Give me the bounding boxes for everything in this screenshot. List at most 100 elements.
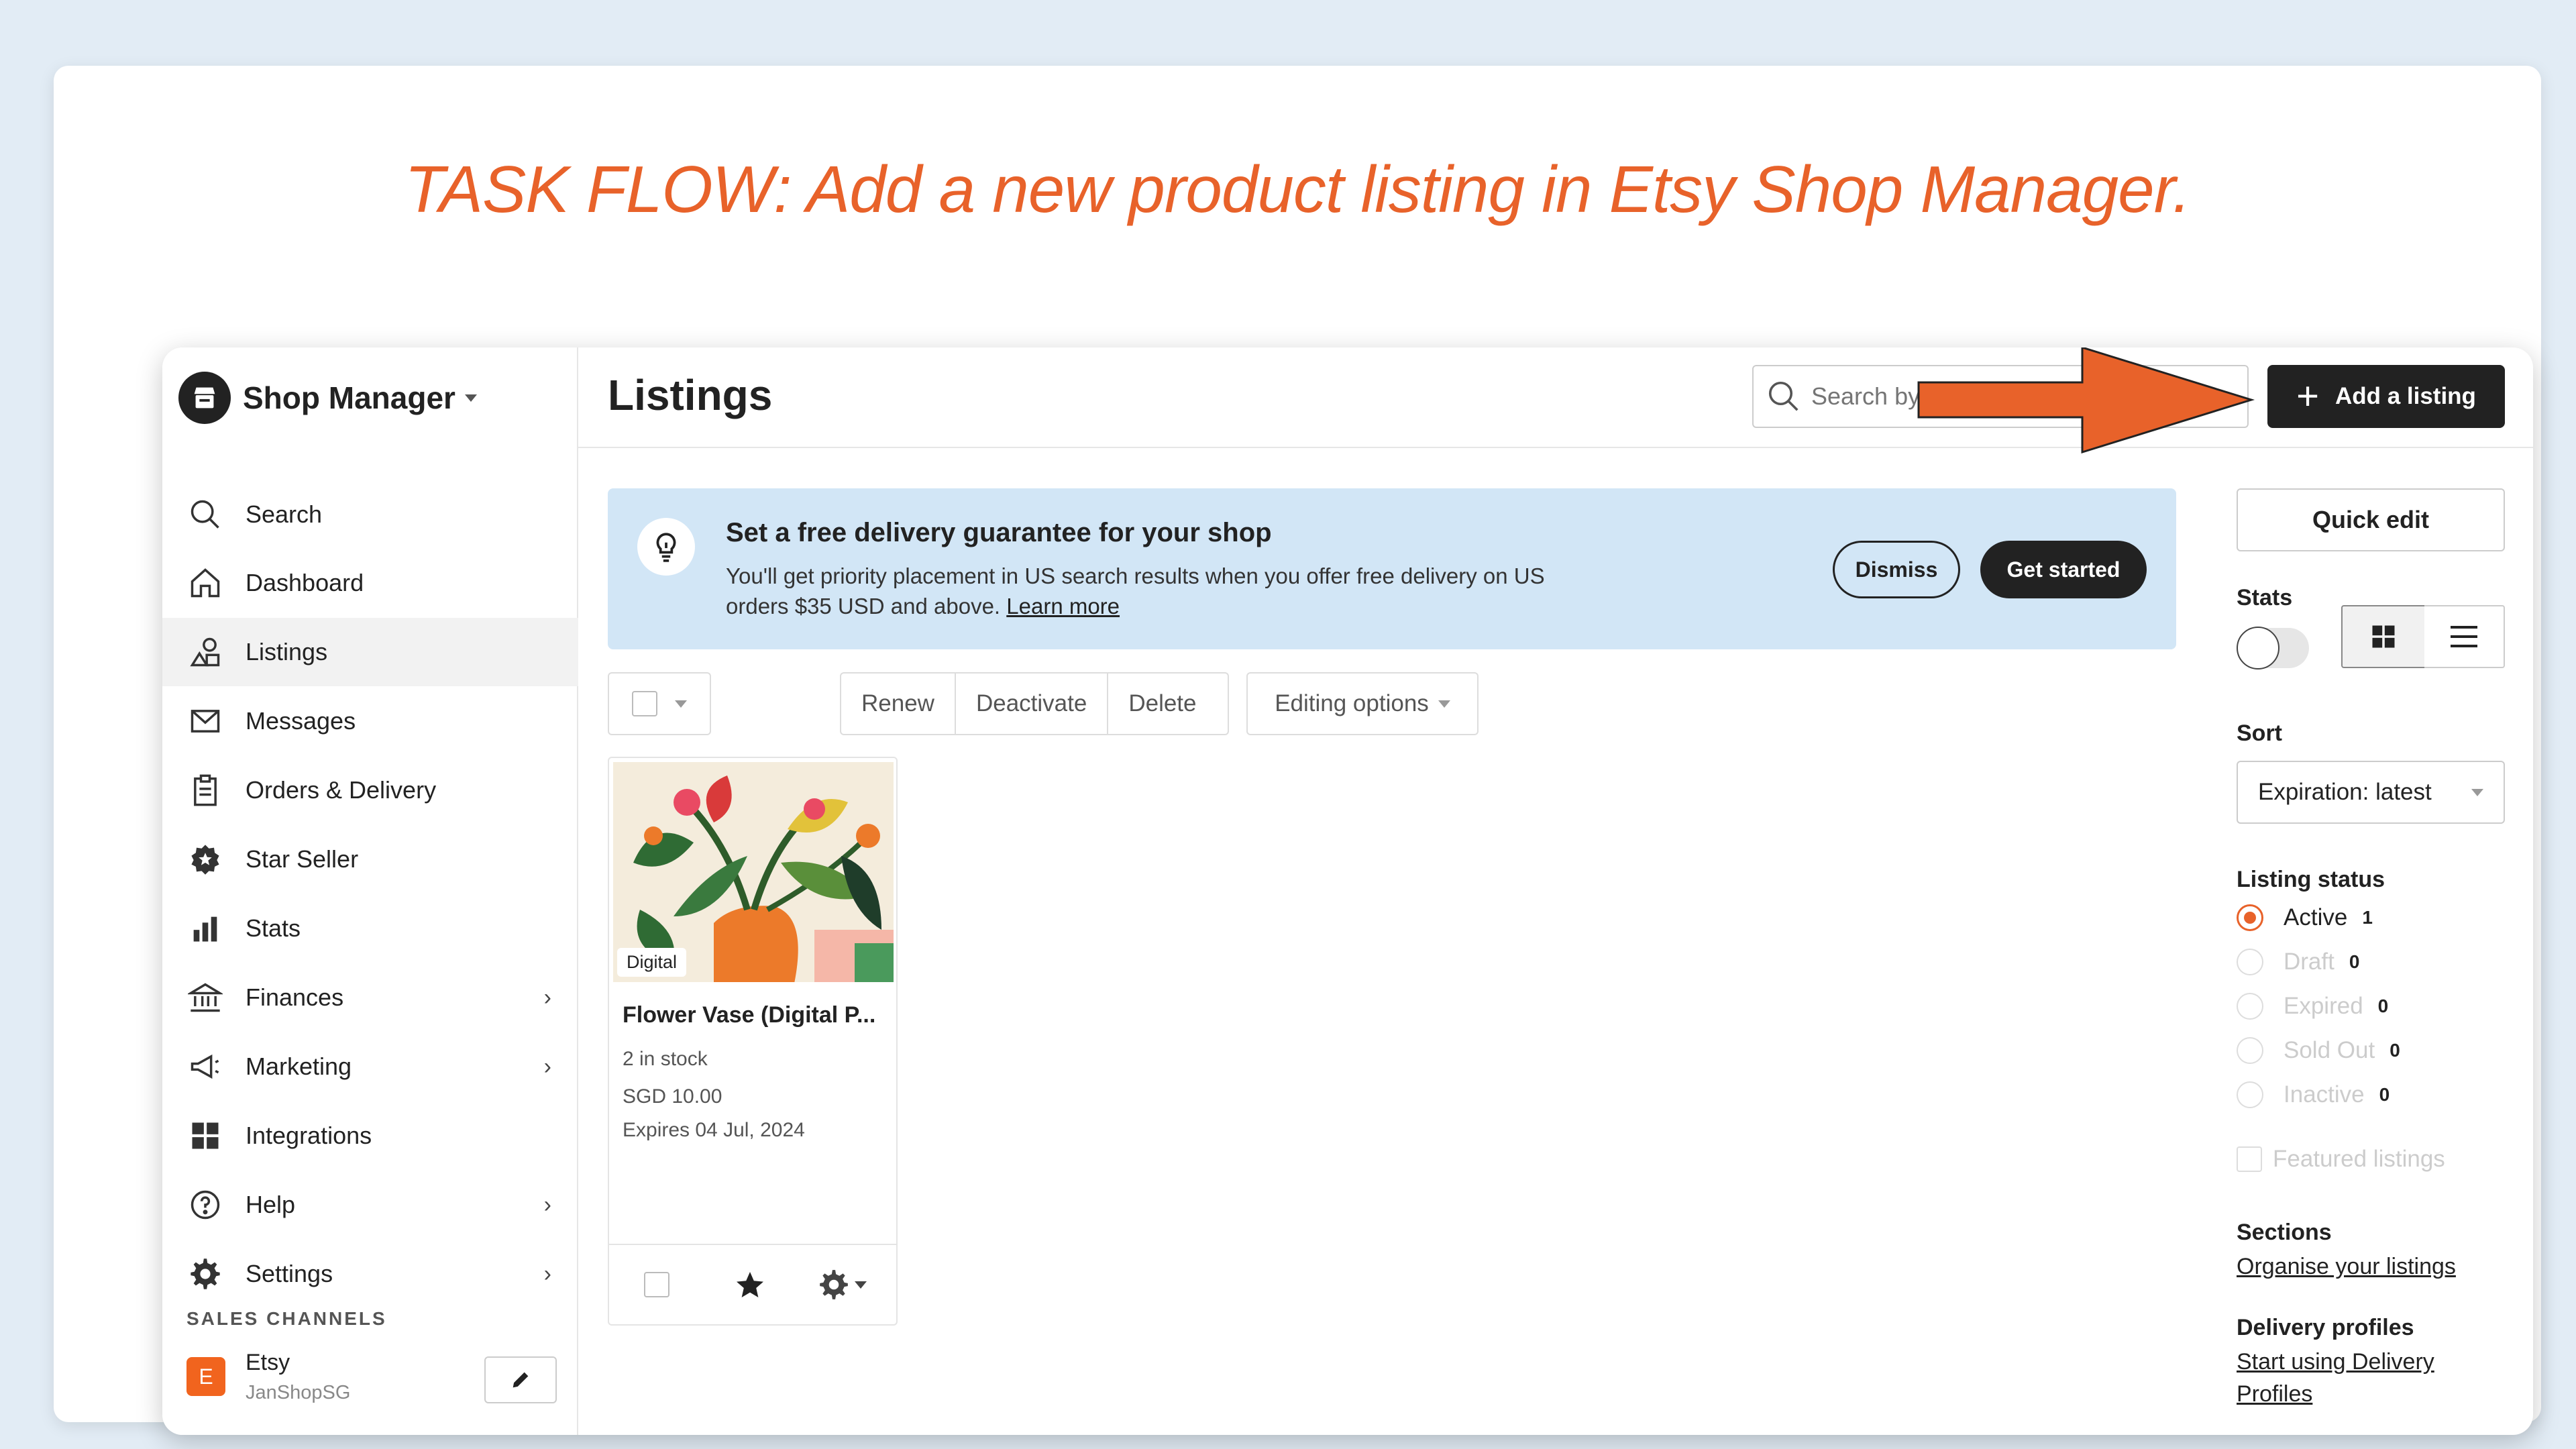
star-badge-icon: [186, 841, 224, 878]
sidebar-item-messages[interactable]: Messages: [162, 687, 578, 755]
banner-title: Set a free delivery guarantee for your s…: [726, 518, 1272, 547]
sidebar-item-dashboard[interactable]: Dashboard: [162, 549, 578, 617]
status-label: Draft: [2284, 949, 2334, 975]
learn-more-link[interactable]: Learn more: [1006, 594, 1120, 619]
sidebar-item-label: Marketing: [246, 1053, 352, 1080]
bar-chart-icon: [186, 910, 224, 947]
grid-icon: [2372, 625, 2395, 648]
quick-edit-button[interactable]: Quick edit: [2237, 488, 2505, 551]
grid-view-button[interactable]: [2341, 605, 2426, 668]
stats-toggle[interactable]: [2237, 627, 2309, 669]
sidebar-item-search[interactable]: Search: [162, 480, 578, 549]
organise-listings-link[interactable]: Organise your listings: [2237, 1250, 2456, 1283]
listing-settings-menu[interactable]: [817, 1268, 867, 1301]
radio-button[interactable]: [2237, 1081, 2263, 1108]
sidebar-item-marketing[interactable]: Marketing ›: [162, 1032, 578, 1101]
sidebar-item-orders[interactable]: Orders & Delivery: [162, 756, 578, 824]
home-icon: [186, 564, 224, 602]
shop-manager-menu[interactable]: Shop Manager: [178, 370, 477, 425]
deactivate-button[interactable]: Deactivate: [956, 674, 1109, 734]
banner-text: You'll get priority placement in US sear…: [726, 561, 1598, 621]
dismiss-button[interactable]: Dismiss: [1833, 541, 1960, 598]
listing-expiry: Expires 04 Jul, 2024: [623, 1119, 805, 1141]
digital-badge: Digital: [617, 948, 687, 977]
list-view-button[interactable]: [2424, 605, 2505, 668]
listing-checkbox[interactable]: [644, 1272, 669, 1297]
delete-button[interactable]: Delete: [1108, 674, 1216, 734]
shop-manager-title: Shop Manager: [243, 380, 455, 415]
etsy-channel-icon: E: [186, 1357, 225, 1396]
sidebar-item-label: Listings: [246, 638, 328, 665]
delivery-profiles-link[interactable]: Start using Delivery Profiles: [2237, 1346, 2478, 1410]
status-inactive[interactable]: Inactive 0: [2237, 1081, 2390, 1108]
featured-listings-filter[interactable]: Featured listings: [2237, 1146, 2445, 1173]
sidebar-item-finances[interactable]: Finances ›: [162, 963, 578, 1032]
task-title: TASK FLOW: Add a new product listing in …: [405, 152, 2191, 226]
listing-title[interactable]: Flower Vase (Digital P...: [623, 1002, 891, 1028]
listing-price: SGD 10.00: [623, 1085, 722, 1108]
status-label: Sold Out: [2284, 1037, 2375, 1063]
sidebar-item-label: Orders & Delivery: [246, 776, 437, 804]
gear-icon: [186, 1255, 224, 1293]
star-icon[interactable]: [734, 1269, 766, 1301]
pencil-icon: [513, 1372, 529, 1388]
search-icon: [186, 496, 224, 533]
slide-card: TASK FLOW: Add a new product listing in …: [54, 66, 2541, 1435]
sidebar-item-help[interactable]: Help ›: [162, 1171, 578, 1239]
chevron-right-icon: ›: [543, 1260, 551, 1287]
bulk-actions-group: Renew Deactivate Delete: [840, 672, 1229, 735]
caret-down-icon: [855, 1281, 867, 1289]
chevron-right-icon: ›: [543, 1053, 551, 1079]
megaphone-icon: [186, 1048, 224, 1085]
sidebar-item-label: Finances: [246, 983, 344, 1011]
listing-card[interactable]: Digital Flower Vase (Digital P... 2 in s…: [608, 757, 898, 1326]
renew-button[interactable]: Renew: [841, 674, 956, 734]
toggle-knob: [2237, 627, 2279, 669]
sidebar-item-label: Messages: [246, 707, 356, 735]
sidebar-item-star-seller[interactable]: Star Seller: [162, 825, 578, 894]
select-all-dropdown[interactable]: [608, 672, 711, 735]
chevron-right-icon: ›: [543, 1191, 551, 1218]
status-expired[interactable]: Expired 0: [2237, 993, 2388, 1020]
sort-value: Expiration: latest: [2258, 779, 2432, 805]
delivery-profiles-label: Delivery profiles: [2237, 1315, 2414, 1340]
radio-button[interactable]: [2237, 1037, 2263, 1064]
plus-icon: +: [2296, 374, 2319, 418]
listing-thumbnail[interactable]: Digital: [613, 762, 894, 982]
get-started-button[interactable]: Get started: [1980, 541, 2147, 598]
featured-checkbox[interactable]: [2237, 1146, 2262, 1172]
select-all-checkbox[interactable]: [632, 691, 657, 716]
channel-name[interactable]: Etsy: [246, 1350, 290, 1376]
listing-status-label: Listing status: [2237, 867, 2385, 892]
status-label: Active: [2284, 904, 2348, 930]
pointer-arrow-annotation: [1917, 347, 2255, 454]
sales-channels-heading: SALES CHANNELS: [186, 1308, 387, 1329]
page-title: Listings: [608, 371, 773, 419]
radio-button[interactable]: [2237, 949, 2263, 975]
status-active[interactable]: Active 1: [2237, 904, 2373, 931]
sort-label: Sort: [2237, 720, 2282, 746]
sidebar-item-integrations[interactable]: Integrations: [162, 1102, 578, 1170]
search-icon: [1768, 381, 1799, 411]
editing-options-label: Editing options: [1275, 690, 1429, 716]
sidebar-item-label: Dashboard: [246, 569, 364, 596]
status-count: 0: [2379, 1084, 2390, 1105]
featured-label: Featured listings: [2273, 1146, 2445, 1172]
shapes-icon: [186, 633, 224, 671]
sort-select[interactable]: Expiration: latest: [2237, 761, 2505, 824]
gear-icon: [820, 1270, 848, 1299]
sidebar-item-settings[interactable]: Settings ›: [162, 1240, 578, 1308]
sidebar-item-label: Search: [246, 500, 323, 528]
sidebar-item-listings[interactable]: Listings: [162, 618, 578, 686]
radio-button[interactable]: [2237, 993, 2263, 1020]
radio-button[interactable]: [2237, 904, 2263, 931]
editing-options-dropdown[interactable]: Editing options: [1246, 672, 1479, 735]
status-draft[interactable]: Draft 0: [2237, 949, 2359, 975]
sidebar-item-label: Help: [246, 1191, 296, 1218]
status-count: 0: [2390, 1040, 2400, 1061]
add-listing-button[interactable]: + Add a listing: [2267, 365, 2505, 428]
sidebar-item-stats[interactable]: Stats: [162, 894, 578, 963]
status-sold-out[interactable]: Sold Out 0: [2237, 1037, 2400, 1064]
edit-channel-button[interactable]: [484, 1356, 557, 1403]
caret-down-icon: [464, 394, 477, 402]
